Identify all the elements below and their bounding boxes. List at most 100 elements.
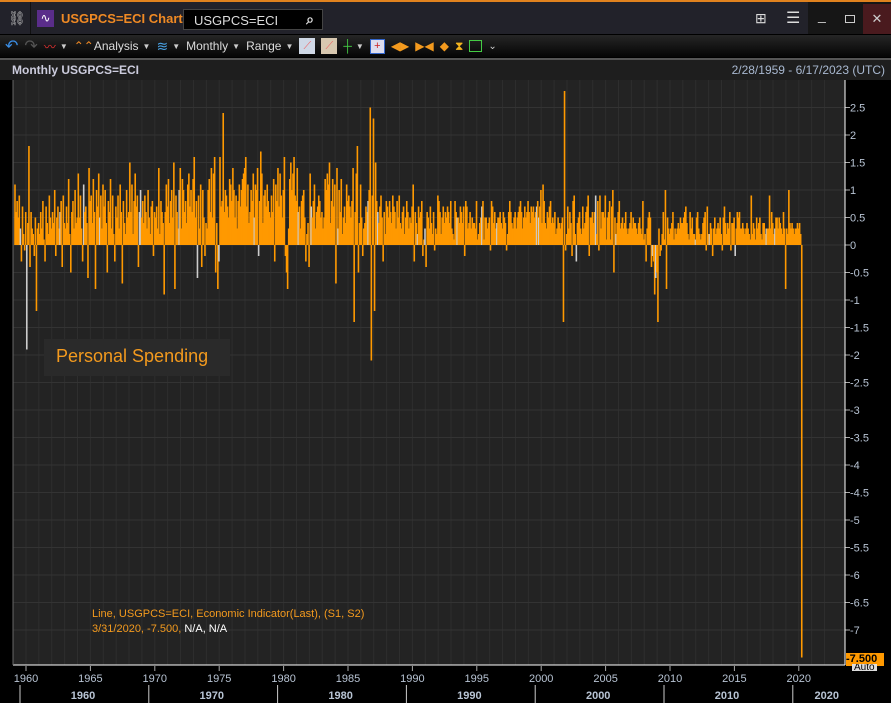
chart-header: Monthly USGPCS=ECI 2/28/1959 - 6/17/2023… [0,58,891,80]
y-tick-label: -1 [850,295,860,307]
hierarchy-icon[interactable]: ⊞ [755,10,767,27]
data-bar [86,223,88,245]
y-tick-label: -4.5 [850,488,869,500]
data-bar [163,245,165,295]
data-bar [597,201,599,245]
data-bar [382,245,384,262]
y-tick-label: 2 [850,130,856,142]
chart-title: Monthly USGPCS=ECI [12,63,140,77]
studies-dropdown[interactable]: ≋ ▼ [156,38,180,55]
decade-label: 1960 [71,690,95,702]
y-tick-label: -1.5 [850,323,869,335]
compare-chart-icon[interactable]: ⟋ [321,38,338,54]
ticker-search-value: USGPCS=ECI [194,13,279,28]
x-tick-label: 1975 [207,673,231,685]
data-bar [357,245,360,273]
data-bar [665,245,668,289]
data-bar [174,245,176,289]
data-bar [730,245,732,251]
y-tick-label: 0.5 [850,213,865,225]
data-bar [649,217,652,245]
y-tick-label: 0 [850,240,856,252]
menu-icon[interactable]: ☰ [786,8,800,28]
data-bar [644,234,646,245]
data-bar [214,245,217,273]
data-bar [463,245,466,256]
auto-scale-button[interactable]: Auto [852,664,877,671]
chart-type-icon[interactable]: ⟋ [299,38,316,54]
analysis-dropdown[interactable]: ⌃⌃ Analysis ▼ [74,39,151,53]
y-tick-label: -0.5 [850,268,869,280]
data-bar [571,245,573,256]
data-bar [505,245,508,251]
analysis-label: Analysis [93,39,139,53]
add-panel-icon[interactable]: + [369,38,385,54]
data-bar [42,201,44,245]
data-bar [424,228,426,245]
y-tick-label: -6.5 [850,598,869,610]
expand-vertical-icon[interactable]: ◆ [440,39,449,53]
redo-icon[interactable]: ↷ [24,36,37,56]
x-tick-label: 1990 [400,673,424,685]
data-bar [372,118,375,245]
data-bar [32,234,35,245]
minimize-button[interactable]: _ [818,7,826,23]
range-dropdown[interactable]: Range ▼ [246,39,293,53]
period-dropdown[interactable]: Monthly ▼ [186,39,240,53]
search-icon[interactable]: ⌕ [306,11,314,28]
data-bar [598,245,600,251]
data-bar [784,245,787,289]
data-bar [356,146,359,245]
legend-extra: N/A, N/A [181,623,228,635]
data-bar [305,245,307,262]
data-bar [704,212,706,245]
data-bar [20,245,23,262]
compress-horizontal-icon[interactable]: ▶◀ [415,39,433,53]
compress-vertical-icon[interactable]: ⧗ [455,39,463,54]
data-bar [564,245,567,251]
line-chart-icon: 〰 [43,39,56,54]
data-bar [213,157,216,245]
ticker-search-input[interactable]: USGPCS=ECI ⌕ [183,9,323,30]
data-bar [422,245,424,256]
more-chevron-icon[interactable]: ⌄ [488,41,496,52]
x-tick-label: 1995 [465,673,489,685]
legend-series: Line, USGPCS=ECI, Economic Indicator(Las… [92,608,365,620]
link-icon[interactable]: ⛓ [8,10,26,26]
data-bar [588,245,591,256]
data-bar [152,245,155,256]
y-tick-label: -7 [850,625,860,637]
annotation-box[interactable]: Personal Spending [44,339,230,376]
data-bar [94,245,97,289]
data-bar [412,184,414,245]
y-tick-label: 1.5 [850,158,865,170]
close-button[interactable]: ✕ [863,4,891,34]
x-tick-label: 1985 [336,673,360,685]
data-bar [370,245,373,361]
data-bar [373,245,376,311]
decade-label: 2020 [815,690,839,702]
data-bar [162,223,164,245]
x-tick-label: 1965 [78,673,102,685]
data-bar [19,228,22,245]
data-bar [613,245,615,273]
y-tick-label: -3.5 [850,433,869,445]
data-bar [420,201,423,245]
data-bar [61,245,64,267]
data-bar [799,234,802,245]
data-bar [34,217,37,245]
data-bar [87,245,89,278]
expand-horizontal-icon[interactable]: ◀▶ [391,39,409,53]
undo-icon[interactable]: ↶ [5,36,18,56]
x-tick-label: 2020 [787,673,811,685]
zoom-select-icon[interactable] [469,40,483,52]
data-bar [361,245,364,256]
maximize-button[interactable] [845,15,855,23]
line-style-dropdown[interactable]: 〰 ▼ [44,38,68,55]
data-bar [360,217,363,245]
data-bar [353,245,355,322]
data-bar [308,245,310,267]
crosshair-dropdown[interactable]: ┼ ▼ [343,39,363,53]
data-bar [54,245,57,256]
data-bar [105,223,108,245]
